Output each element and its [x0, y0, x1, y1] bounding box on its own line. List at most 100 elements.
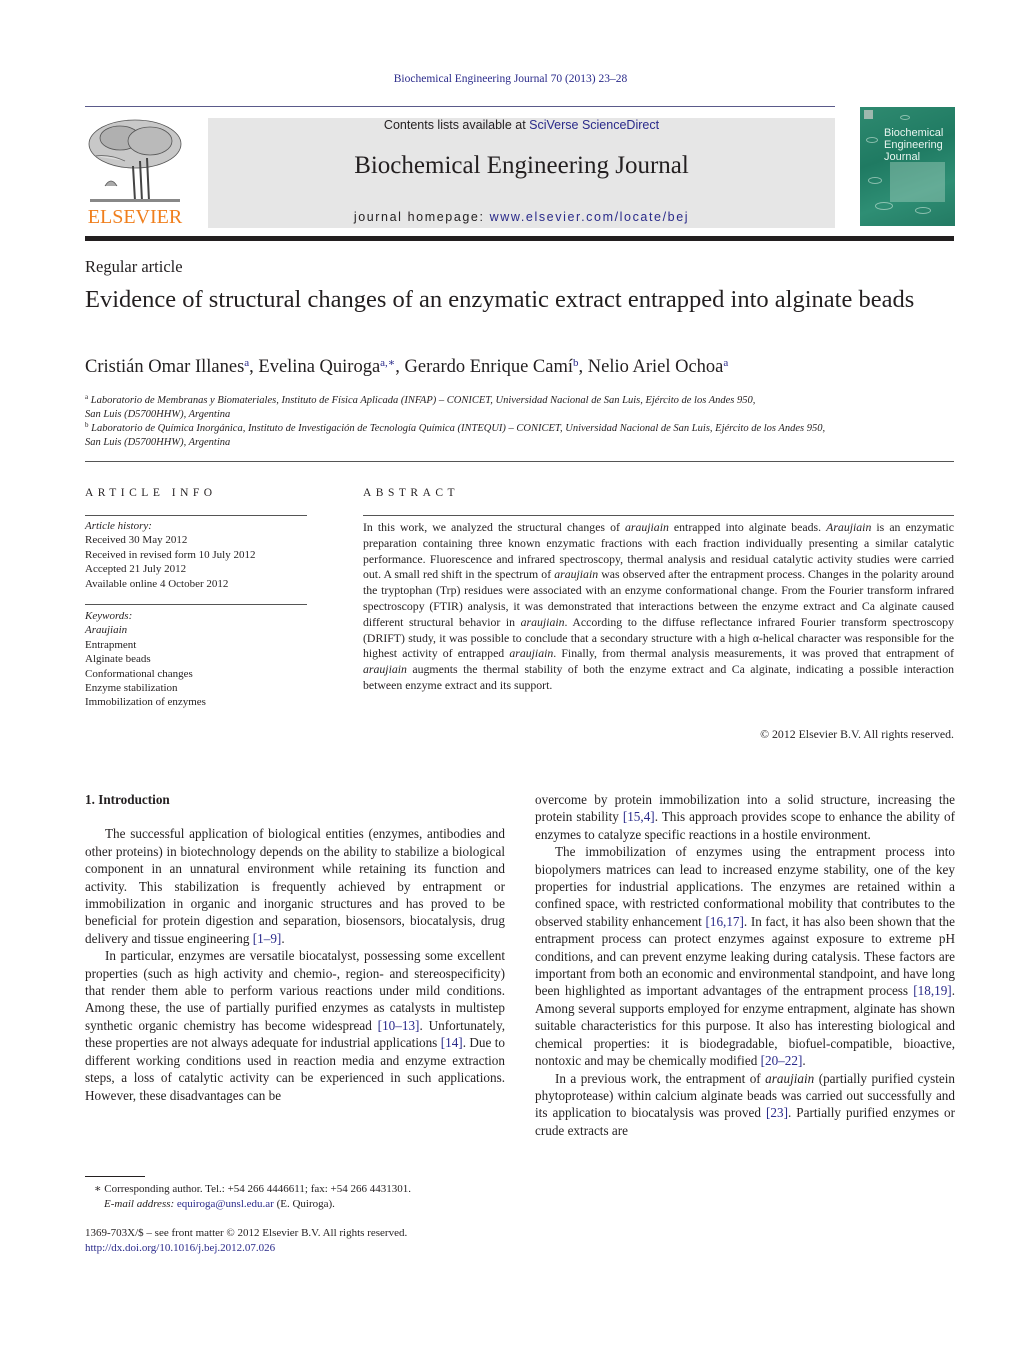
contents-line: Contents lists available at SciVerse Sci… — [208, 118, 835, 132]
article-info-heading: ARTICLE INFO — [85, 487, 217, 499]
author-email-link[interactable]: equiroga@unsl.edu.ar — [177, 1198, 274, 1210]
italic-term: araujiain — [520, 614, 565, 629]
homepage-line: journal homepage: www.elsevier.com/locat… — [208, 210, 835, 224]
author-affiliation-mark[interactable]: a — [723, 357, 728, 369]
author-name: Gerardo Enrique Camí — [404, 357, 574, 377]
running-head[interactable]: Biochemical Engineering Journal 70 (2013… — [0, 73, 1021, 85]
history-label: Article history: — [85, 520, 152, 532]
cover-bubble — [900, 115, 910, 120]
text-run: . — [802, 1053, 806, 1069]
body-column-left: 1. Introduction The successful applicati… — [85, 791, 505, 1104]
journal-homepage-link[interactable]: www.elsevier.com/locate/bej — [490, 210, 690, 224]
cover-bubble — [866, 137, 878, 143]
author-affiliation-mark[interactable]: a,∗ — [380, 357, 395, 369]
affiliation-b: b Laboratorio de Química Inorgánica, Ins… — [85, 418, 945, 450]
sciencedirect-link[interactable]: SciVerse ScienceDirect — [529, 118, 659, 132]
journal-citation-link[interactable]: Biochemical Engineering Journal 70 (2013… — [394, 73, 627, 85]
left-paragraphs: The successful application of biological… — [85, 825, 505, 1104]
abstract-heading: ABSTRACT — [363, 487, 460, 499]
reference-link[interactable]: [16,17] — [705, 914, 743, 929]
right-paragraphs: overcome by protein immobilization into … — [535, 791, 955, 1139]
body-column-right: overcome by protein immobilization into … — [535, 791, 955, 1139]
reference-link[interactable]: [18,19] — [913, 983, 951, 998]
reference-link[interactable]: [1–9] — [253, 931, 282, 946]
keyword: Immobilization of enzymes — [85, 696, 206, 709]
author-affiliation-mark[interactable]: b — [573, 357, 579, 369]
keywords: Keywords: Araujiain Entrapment Alginate … — [85, 609, 206, 710]
reference-link[interactable]: [10–13] — [378, 1018, 420, 1033]
reference-link[interactable]: [14] — [441, 1035, 463, 1050]
affiliation-line: Laboratorio de Química Inorgánica, Insti… — [91, 423, 826, 434]
keyword: Entrapment — [85, 638, 137, 651]
history-item: Received 30 May 2012 — [85, 534, 188, 547]
author-name: Evelina Quiroga — [258, 357, 381, 377]
journal-name: Biochemical Engineering Journal — [354, 152, 689, 179]
body-paragraph: overcome by protein immobilization into … — [535, 791, 955, 843]
corresponding-author-footnote: ∗ Corresponding author. Tel.: +54 266 44… — [94, 1182, 411, 1211]
author-list: Cristián Omar Illanesa, Evelina Quirogaa… — [85, 357, 729, 377]
text-run: . Finally, from thermal analysis measure… — [553, 646, 955, 661]
body-paragraph: The successful application of biological… — [85, 825, 505, 947]
cover-title: Biochemical Engineering Journal — [884, 127, 943, 163]
text-run: . — [281, 930, 285, 946]
cover-title-line: Engineering — [884, 139, 943, 151]
text-run: In this work, we analyzed the structural… — [363, 520, 625, 534]
article-type: Regular article — [85, 257, 183, 276]
cover-publisher-logo — [864, 110, 873, 119]
affiliation-mark: b — [85, 421, 89, 429]
email-label: E-mail address: — [104, 1197, 175, 1210]
author-name: Cristián Omar Illanes — [85, 357, 245, 377]
italic-term: araujiain — [765, 1070, 815, 1086]
italic-term: Araujiain — [826, 520, 872, 534]
affiliation-mark: a — [85, 393, 89, 401]
elsevier-wordmark: ELSEVIER — [87, 206, 183, 228]
keyword: Araujiain — [85, 624, 128, 637]
reference-link[interactable]: [20–22] — [761, 1053, 803, 1068]
abstract-copyright: © 2012 Elsevier B.V. All rights reserved… — [760, 727, 954, 741]
text-run: The successful application of biological… — [85, 826, 505, 946]
doi-link[interactable]: http://dx.doi.org/10.1016/j.bej.2012.07.… — [85, 1242, 275, 1254]
section-heading-introduction: 1. Introduction — [85, 792, 170, 807]
abstract-divider — [363, 515, 954, 516]
affiliation-line: San Luis (D5700HHW), Argentina — [85, 437, 231, 448]
italic-term: araujiain — [554, 567, 599, 582]
cover-panel — [890, 162, 945, 202]
history-item: Available online 4 October 2012 — [85, 577, 229, 590]
cover-bubble — [915, 207, 931, 214]
keyword: Alginate beads — [85, 653, 151, 666]
author-affiliation-mark[interactable]: a — [244, 357, 249, 369]
article-title: Evidence of structural changes of an enz… — [85, 286, 915, 313]
history-item: Received in revised form 10 July 2012 — [85, 548, 256, 561]
italic-term: araujiain — [509, 646, 554, 661]
journal-masthead: Contents lists available at SciVerse Sci… — [208, 118, 835, 228]
cover-title-line: Biochemical — [884, 127, 944, 139]
header-rule — [85, 106, 835, 107]
text-run: In a previous work, the entrapment of — [555, 1070, 766, 1086]
tree-icon — [88, 119, 182, 202]
reference-link[interactable]: [15,4] — [623, 809, 655, 824]
reference-link[interactable]: [23] — [766, 1105, 788, 1120]
front-matter: 1369-703X/$ – see front matter © 2012 El… — [85, 1226, 407, 1256]
abstract-text: In this work, we analyzed the structural… — [363, 520, 954, 694]
keyword: Conformational changes — [85, 667, 193, 680]
body-paragraph: In particular, enzymes are versatile bio… — [85, 947, 505, 1104]
info-divider — [85, 604, 307, 605]
email-suffix: (E. Quiroga). — [273, 1197, 335, 1210]
italic-term: araujiain — [624, 520, 669, 534]
footnote-text: Corresponding author. Tel.: +54 266 4446… — [104, 1183, 412, 1195]
homepage-prefix: journal homepage: — [353, 210, 490, 224]
issn-line: 1369-703X/$ – see front matter © 2012 El… — [85, 1227, 408, 1239]
cover-bubble — [875, 202, 893, 210]
keywords-label: Keywords: — [85, 610, 133, 622]
author-name: Nelio Ariel Ochoa — [587, 357, 724, 377]
contents-prefix: Contents lists available at — [383, 118, 530, 132]
body-paragraph: In a previous work, the entrapment of ar… — [535, 1070, 955, 1140]
affiliation-divider — [85, 461, 954, 462]
text-run: augments the thermal stability of both t… — [363, 662, 954, 692]
affiliation-line: Laboratorio de Membranas y Biomateriales… — [90, 395, 756, 406]
journal-cover-image[interactable]: Biochemical Engineering Journal — [860, 107, 955, 226]
cover-title-line: Journal — [884, 151, 921, 163]
text-run: entrapped into alginate beads. — [668, 520, 827, 534]
footnote-mark: ∗ — [94, 1183, 102, 1195]
footnote-divider — [85, 1176, 145, 1177]
